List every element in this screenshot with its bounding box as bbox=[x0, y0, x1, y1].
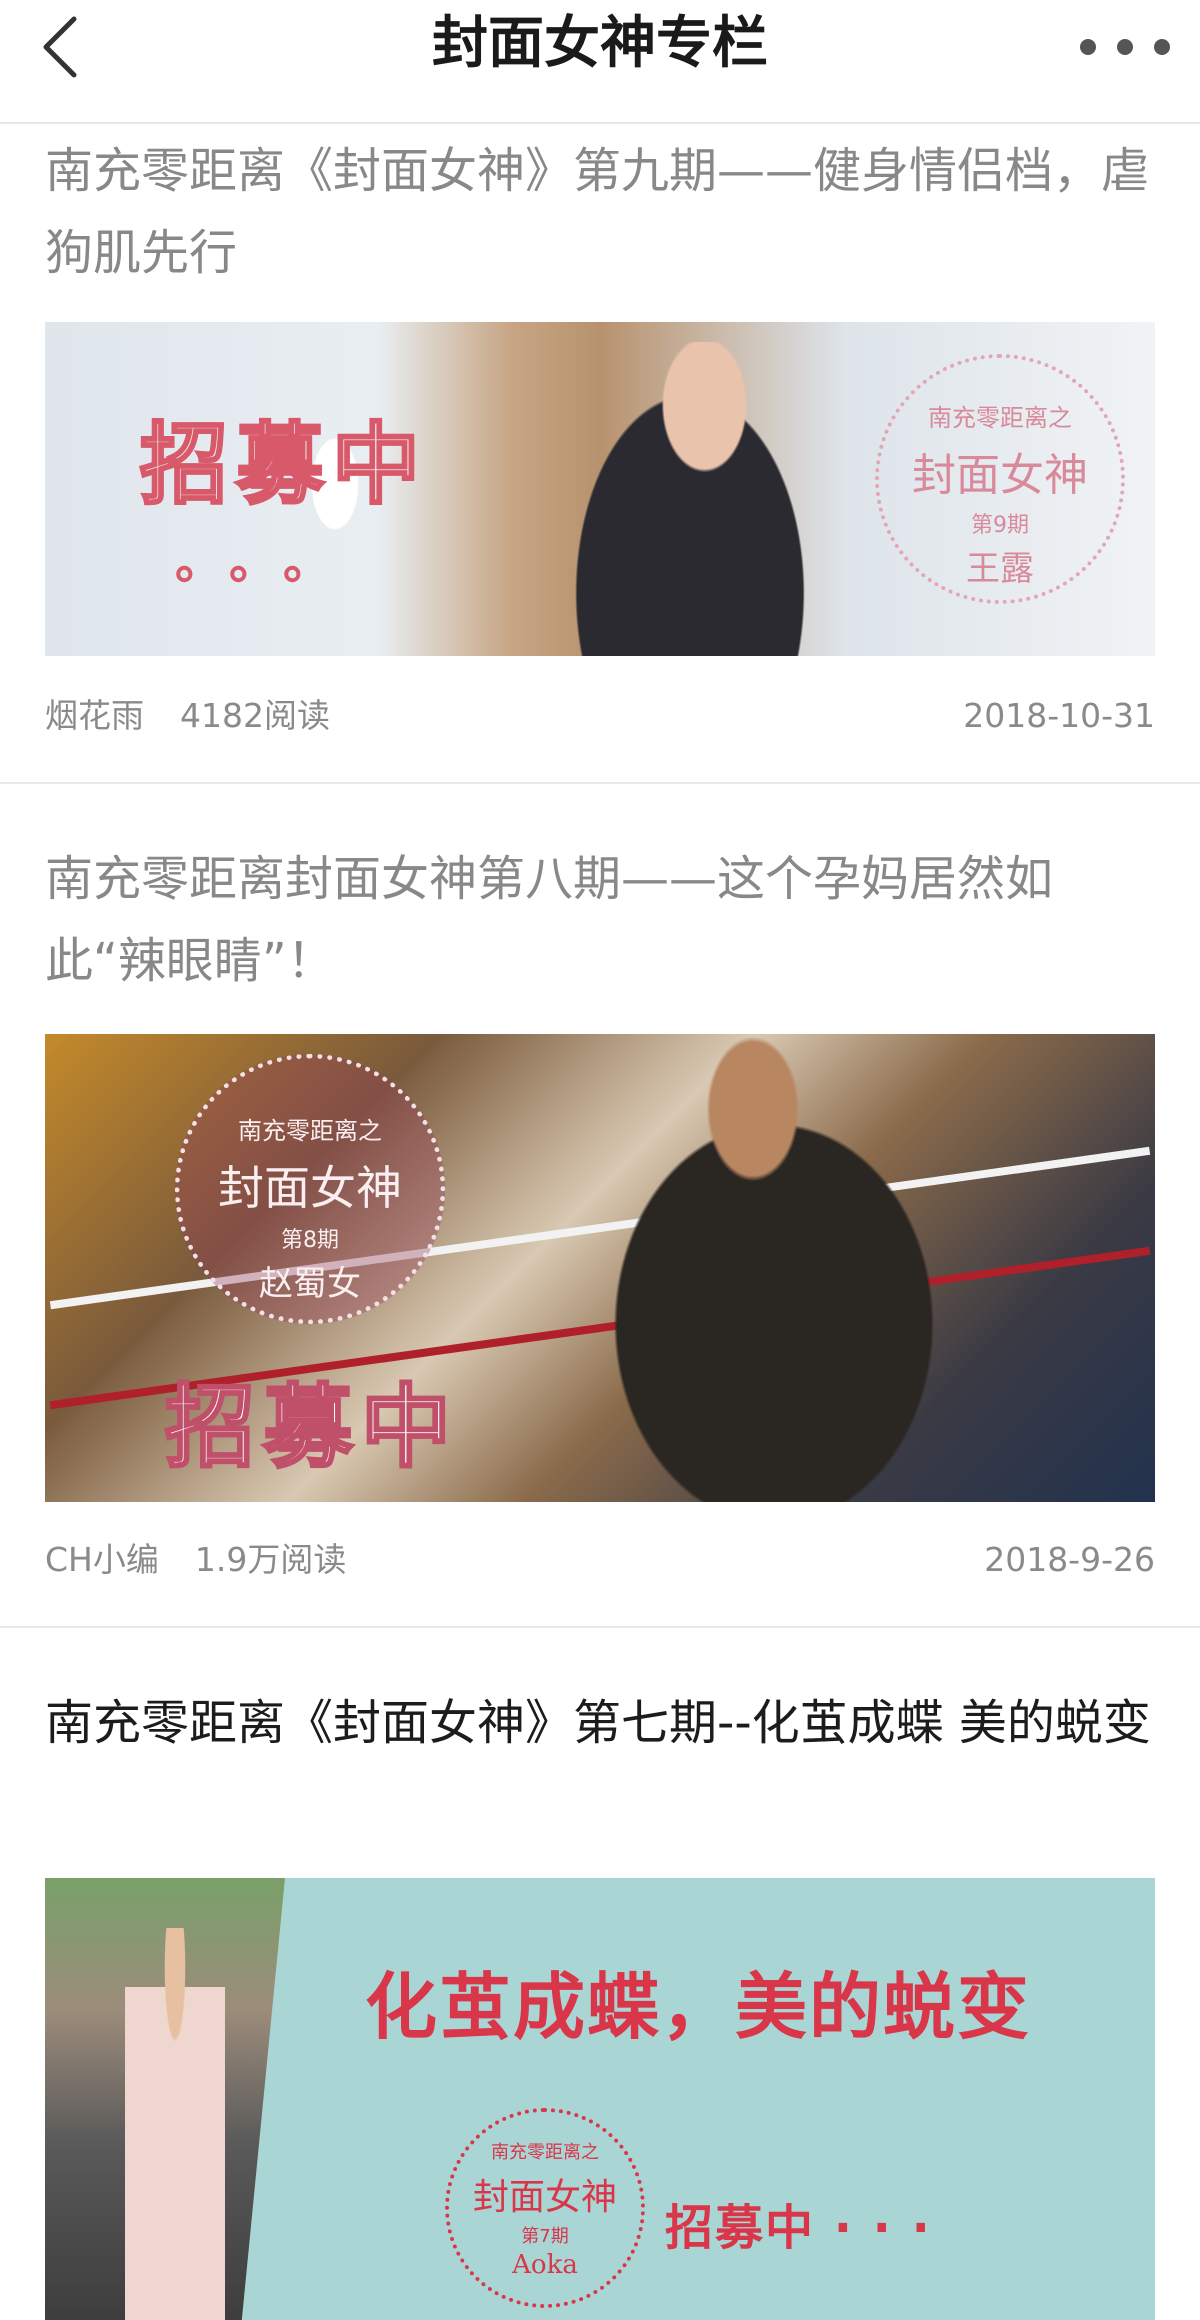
ellipsis-icon bbox=[1080, 39, 1096, 55]
article-author: CH小编 bbox=[45, 1540, 159, 1579]
banner-headline: 化茧成蝶，美的蜕变 bbox=[365, 1965, 1032, 2049]
seal-name-text: 赵蜀女 bbox=[259, 1264, 361, 1304]
article-date: 2018-9-26 bbox=[984, 1540, 1155, 1579]
model-photo bbox=[585, 1034, 1005, 1502]
article-author: 烟花雨 bbox=[45, 696, 144, 735]
seal-main-text: 封面女神 bbox=[472, 2177, 617, 2218]
article-card[interactable]: 南充零距离《封面女神》第九期——健身情侣档，虐狗肌先行 招募中 。。。 南充零距… bbox=[0, 126, 1200, 782]
ellipsis-icon bbox=[1117, 39, 1133, 55]
article-thumbnail[interactable]: 招募中 。。。 南充零距离之 封面女神 第9期 王露 bbox=[45, 322, 1155, 656]
banner-dots: 。。。 bbox=[175, 534, 362, 590]
nav-bar: 封面女神专栏 bbox=[0, 0, 1200, 124]
article-date: 2018-10-31 bbox=[963, 696, 1155, 735]
article-reads: 1.9万阅读 bbox=[194, 1540, 347, 1579]
article-title[interactable]: 南充零距离《封面女神》第七期--化茧成蝶 美的蜕变 bbox=[45, 1682, 1155, 1764]
seal-issue-text: 第8期 bbox=[281, 1228, 339, 1253]
seal-main-text: 封面女神 bbox=[912, 450, 1088, 501]
issue-seal: 南充零距离之 封面女神 第9期 王露 bbox=[875, 354, 1125, 604]
article-thumbnail[interactable]: 南充零距离之 封面女神 第8期 赵蜀女 招募中 bbox=[45, 1034, 1155, 1502]
article-meta: CH小编 1.9万阅读 2018-9-26 bbox=[45, 1540, 1155, 1580]
page-title: 封面女神专栏 bbox=[432, 11, 768, 76]
more-button[interactable] bbox=[1080, 12, 1170, 82]
article-card[interactable]: 南充零距离封面女神第八期——这个孕妈居然如此“辣眼睛”！ 南充零距离之 封面女神… bbox=[0, 784, 1200, 1626]
banner-recruit: 招募中 · · · bbox=[665, 2200, 932, 2256]
banner-headline: 招募中 bbox=[138, 412, 429, 518]
article-title[interactable]: 南充零距离封面女神第八期——这个孕妈居然如此“辣眼睛”！ bbox=[45, 838, 1155, 1002]
seal-main-text: 封面女神 bbox=[218, 1161, 402, 1215]
issue-seal: 南充零距离之 封面女神 第7期 Aoka bbox=[445, 2108, 645, 2308]
seal-issue-text: 第9期 bbox=[971, 513, 1029, 538]
article-card[interactable]: 南充零距离《封面女神》第七期--化茧成蝶 美的蜕变 化茧成蝶，美的蜕变 南充零距… bbox=[0, 1628, 1200, 2320]
banner-headline: 招募中 bbox=[164, 1374, 459, 1482]
issue-seal: 南充零距离之 封面女神 第8期 赵蜀女 bbox=[175, 1054, 445, 1324]
seal-top-text: 南充零距离之 bbox=[491, 2142, 599, 2163]
article-reads: 4182阅读 bbox=[180, 696, 330, 735]
seal-name-text: Aoka bbox=[512, 2250, 578, 2280]
model-photo bbox=[545, 342, 835, 656]
seal-top-text: 南充零距离之 bbox=[928, 404, 1072, 432]
seal-issue-text: 第7期 bbox=[521, 2226, 569, 2247]
ellipsis-icon bbox=[1154, 39, 1170, 55]
article-meta: 烟花雨 4182阅读 2018-10-31 bbox=[45, 696, 1155, 736]
model-figure bbox=[125, 1928, 225, 2320]
seal-top-text: 南充零距离之 bbox=[238, 1117, 382, 1145]
article-title[interactable]: 南充零距离《封面女神》第九期——健身情侣档，虐狗肌先行 bbox=[45, 130, 1155, 294]
article-thumbnail[interactable]: 化茧成蝶，美的蜕变 南充零距离之 封面女神 第7期 Aoka 招募中 · · · bbox=[45, 1878, 1155, 2320]
seal-name-text: 王露 bbox=[966, 549, 1034, 589]
